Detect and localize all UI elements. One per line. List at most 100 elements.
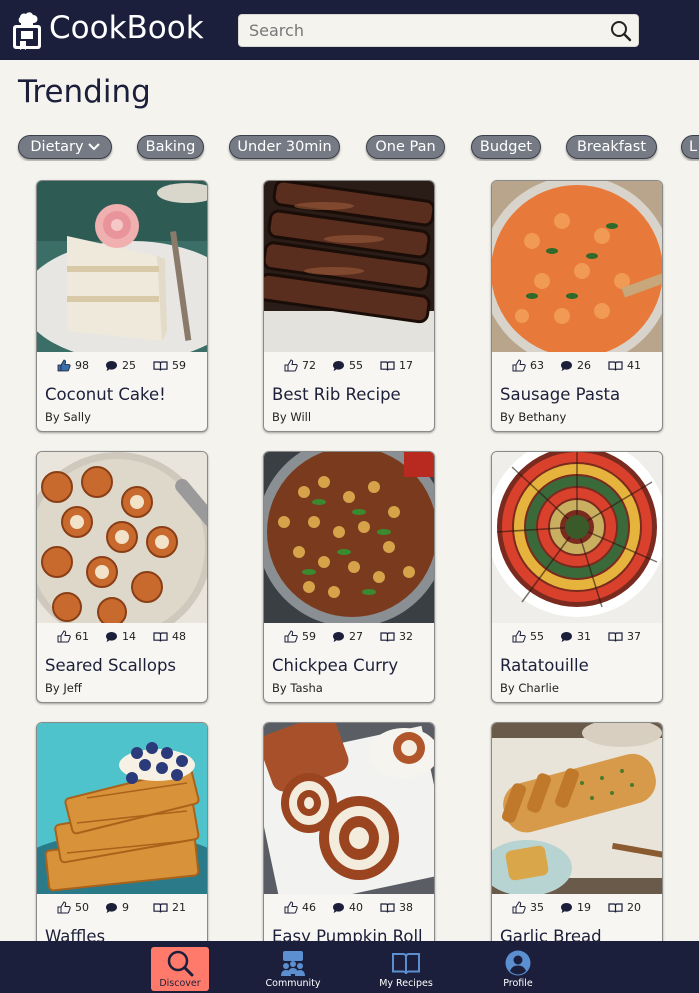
likes-count: 98 xyxy=(75,359,89,372)
recipe-stats: 61 14 48 xyxy=(37,630,207,646)
chip-label: Budget xyxy=(479,139,533,155)
community-icon xyxy=(281,951,305,976)
nav-profile[interactable]: Profile xyxy=(488,947,548,991)
search-icon[interactable] xyxy=(610,20,632,42)
recipe-card[interactable]: 46 40 38 Easy Pumpkin Roll xyxy=(263,722,435,974)
likes-stat[interactable]: 46 xyxy=(284,901,316,914)
open-book-icon xyxy=(608,902,623,913)
chip-baking[interactable]: Baking xyxy=(137,135,204,159)
comments-count: 9 xyxy=(122,901,129,914)
recipe-card[interactable]: 72 55 17 Best Rib Recipe By Will xyxy=(263,180,435,432)
comments-stat[interactable]: 9 xyxy=(105,901,129,914)
likes-count: 35 xyxy=(530,901,544,914)
thumbs-up-icon xyxy=(57,901,71,914)
thumbs-up-icon xyxy=(512,630,526,643)
saves-stat[interactable]: 32 xyxy=(380,630,413,643)
pumpkin-roll-photo xyxy=(264,723,434,894)
comments-stat[interactable]: 40 xyxy=(332,901,363,914)
chef-hat-book-icon[interactable] xyxy=(12,11,42,51)
saves-count: 17 xyxy=(399,359,413,372)
search-bar[interactable] xyxy=(238,14,639,47)
chip-budget[interactable]: Budget xyxy=(471,135,541,159)
recipe-card[interactable]: 59 27 32 Chickpea Curry By Tasha xyxy=(263,451,435,703)
chip-dietary[interactable]: Dietary xyxy=(18,135,112,159)
saves-stat[interactable]: 20 xyxy=(608,901,641,914)
recipe-card[interactable]: 55 31 37 Ratatouille By Charlie xyxy=(491,451,663,703)
nav-label: Discover xyxy=(159,978,201,989)
saves-stat[interactable]: 17 xyxy=(380,359,413,372)
recipe-author: By Will xyxy=(272,410,312,424)
likes-stat[interactable]: 50 xyxy=(57,901,89,914)
chip-label: One Pan xyxy=(375,139,436,155)
recipe-author: By Charlie xyxy=(500,681,559,695)
chickpea-curry-photo xyxy=(264,452,434,623)
chip-partial[interactable]: L xyxy=(681,135,699,159)
thumbs-up-icon xyxy=(284,630,298,643)
profile-icon xyxy=(505,950,531,976)
saves-stat[interactable]: 38 xyxy=(380,901,413,914)
thumbs-up-icon xyxy=(284,359,298,372)
likes-stat[interactable]: 61 xyxy=(57,630,89,643)
recipe-card[interactable]: 35 19 20 Garlic Bread xyxy=(491,722,663,974)
comments-stat[interactable]: 27 xyxy=(332,630,363,643)
comments-count: 14 xyxy=(122,630,136,643)
book-icon xyxy=(392,953,420,975)
search-input[interactable] xyxy=(239,15,599,46)
comments-stat[interactable]: 19 xyxy=(560,901,591,914)
likes-stat[interactable]: 59 xyxy=(284,630,316,643)
likes-count: 55 xyxy=(530,630,544,643)
chip-label: Dietary xyxy=(30,139,84,155)
thumbs-up-icon xyxy=(512,901,526,914)
likes-stat[interactable]: 55 xyxy=(512,630,544,643)
nav-my-recipes[interactable]: My Recipes xyxy=(376,947,436,991)
chip-under-30min[interactable]: Under 30min xyxy=(229,135,340,159)
likes-stat[interactable]: 72 xyxy=(284,359,316,372)
recipe-author: By Tasha xyxy=(272,681,323,695)
ribs-photo xyxy=(264,181,434,352)
comment-bubble-icon xyxy=(333,360,344,371)
saves-stat[interactable]: 48 xyxy=(153,630,186,643)
recipe-card[interactable]: 61 14 48 Seared Scallops By Jeff xyxy=(36,451,208,703)
bottom-nav: Discover Community My Recipes Profile xyxy=(0,941,699,993)
nav-community[interactable]: Community xyxy=(263,947,323,991)
comments-count: 26 xyxy=(577,359,591,372)
comments-count: 55 xyxy=(349,359,363,372)
comments-stat[interactable]: 31 xyxy=(560,630,591,643)
saves-stat[interactable]: 37 xyxy=(608,630,641,643)
likes-count: 50 xyxy=(75,901,89,914)
likes-stat[interactable]: 98 xyxy=(57,359,89,372)
saves-stat[interactable]: 41 xyxy=(608,359,641,372)
comments-count: 31 xyxy=(577,630,591,643)
saves-stat[interactable]: 59 xyxy=(153,359,186,372)
likes-stat[interactable]: 35 xyxy=(512,901,544,914)
open-book-icon xyxy=(608,360,623,371)
comments-stat[interactable]: 14 xyxy=(105,630,136,643)
comment-bubble-icon xyxy=(561,360,572,371)
waffles-photo xyxy=(37,723,207,894)
thumbs-up-icon xyxy=(57,630,71,643)
open-book-icon xyxy=(153,631,168,642)
comments-stat[interactable]: 26 xyxy=(560,359,591,372)
comments-stat[interactable]: 55 xyxy=(332,359,363,372)
recipe-author: By Jeff xyxy=(45,681,82,695)
recipe-stats: 35 19 20 xyxy=(492,901,662,917)
app-title: CookBook xyxy=(49,10,204,46)
app-header: CookBook xyxy=(0,0,699,60)
saves-stat[interactable]: 21 xyxy=(153,901,186,914)
comments-stat[interactable]: 25 xyxy=(105,359,136,372)
likes-stat[interactable]: 63 xyxy=(512,359,544,372)
comment-bubble-icon xyxy=(561,631,572,642)
chip-label: Under 30min xyxy=(237,139,332,155)
likes-count: 61 xyxy=(75,630,89,643)
coconut-cake-photo xyxy=(37,181,207,352)
recipe-card[interactable]: 63 26 41 Sausage Pasta By Bethany xyxy=(491,180,663,432)
chip-one-pan[interactable]: One Pan xyxy=(366,135,445,159)
recipe-card[interactable]: 98 25 59 Coconut Cake! By Sally xyxy=(36,180,208,432)
chip-breakfast[interactable]: Breakfast xyxy=(566,135,657,159)
nav-label: Profile xyxy=(503,978,533,989)
open-book-icon xyxy=(153,360,168,371)
nav-label: Community xyxy=(265,978,321,989)
recipe-card[interactable]: 50 9 21 Waffles xyxy=(36,722,208,974)
likes-count: 46 xyxy=(302,901,316,914)
nav-discover[interactable]: Discover xyxy=(151,947,209,991)
